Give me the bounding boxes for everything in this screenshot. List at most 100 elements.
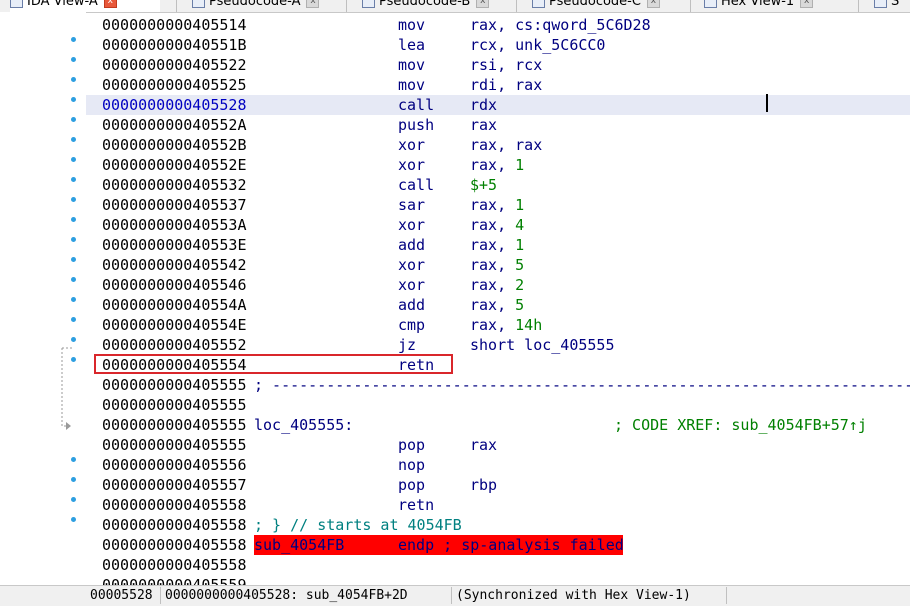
operands[interactable]: rcx, unk_5C6CC0 [470,35,605,55]
code-line[interactable]: 000000000040554A add rax, 5 [86,295,910,315]
code-line[interactable]: 0000000000405558 [86,555,910,575]
operands[interactable]: rax, 2 [470,275,524,295]
operands[interactable]: rax, 1 [470,155,524,175]
mnemonic[interactable]: xor [398,275,425,295]
code-line[interactable]: 0000000000405514 mov rax, cs:qword_5C6D28 [86,15,910,35]
line-dot-icon[interactable] [71,257,76,262]
operands[interactable]: rax, 4 [470,215,524,235]
mnemonic[interactable]: mov [398,75,425,95]
mnemonic[interactable]: call [398,175,434,195]
code-line[interactable]: 000000000040553A xor rax, 4 [86,215,910,235]
operands[interactable]: rdi, rax [470,75,542,95]
mnemonic[interactable]: add [398,235,425,255]
operands[interactable]: rbp [470,475,497,495]
close-icon[interactable]: x [103,0,117,8]
line-dot-icon[interactable] [71,197,76,202]
line-dot-icon[interactable] [71,497,76,502]
code-line[interactable]: 000000000040553E add rax, 1 [86,235,910,255]
mnemonic[interactable]: call [398,95,434,115]
operands[interactable]: short loc_405555 [470,335,615,355]
tab-pseudocode-a[interactable]: Pseudocode-A x [192,0,342,12]
mnemonic[interactable]: jz [398,335,416,355]
operands[interactable]: rdx [470,95,497,115]
code-line[interactable]: 000000000040554E cmp rax, 14h [86,315,910,335]
tab-pseudocode-b[interactable]: Pseudocode-B x [362,0,512,12]
operands[interactable]: rsi, rcx [470,55,542,75]
code-line[interactable]: 0000000000405557 pop rbp [86,475,910,495]
code-line[interactable]: 0000000000405558 retn [86,495,910,515]
xref-comment[interactable]: ; CODE XREF: sub_4054FB+57↑j [614,415,867,435]
mnemonic[interactable]: xor [398,255,425,275]
tab-structures[interactable]: S [874,0,910,12]
disassembly-view[interactable]: 0000000000405514 mov rax, cs:qword_5C6D28 … [86,12,910,585]
line-dot-icon[interactable] [71,317,76,322]
code-line-label[interactable]: 0000000000405555 loc_405555: ; CODE XREF: … [86,415,910,435]
line-dot-icon[interactable] [71,97,76,102]
code-line[interactable]: 0000000000405552 jz short loc_405555 [86,335,910,355]
code-line-endp[interactable]: 0000000000405558 sub_4054FB endp ; sp-anal… [86,535,910,555]
code-line[interactable]: 000000000040552B xor rax, rax [86,135,910,155]
tab-pseudocode-c[interactable]: Pseudocode-C x [532,0,692,12]
mnemonic[interactable]: push [398,115,434,135]
mnemonic[interactable]: pop [398,435,425,455]
line-dot-icon[interactable] [71,117,76,122]
code-line[interactable]: 0000000000405537 sar rax, 1 [86,195,910,215]
close-icon[interactable]: x [646,0,660,8]
operands[interactable]: rax, 5 [470,295,524,315]
operands[interactable]: rax, 1 [470,195,524,215]
mnemonic[interactable]: nop [398,455,425,475]
line-dot-icon[interactable] [71,57,76,62]
operands[interactable]: rax, 1 [470,235,524,255]
mnemonic[interactable]: lea [398,35,425,55]
line-dot-icon[interactable] [71,517,76,522]
code-line-comment[interactable]: 0000000000405558 ; } // starts at 4054FB [86,515,910,535]
operands[interactable]: rax, cs:qword_5C6D28 [470,15,651,35]
line-dot-icon[interactable] [71,217,76,222]
code-line[interactable]: 0000000000405559 [86,575,910,585]
line-dot-icon[interactable] [71,177,76,182]
mnemonic[interactable]: xor [398,155,425,175]
mnemonic[interactable]: mov [398,55,425,75]
mnemonic[interactable]: mov [398,15,425,35]
breakpoint-gutter[interactable] [0,12,86,585]
location-label[interactable]: loc_405555: [254,415,353,435]
close-icon[interactable]: x [476,0,490,8]
mnemonic[interactable]: cmp [398,315,425,335]
code-line[interactable]: 0000000000405555 pop rax [86,435,910,455]
function-name[interactable]: sub_4054FB [254,535,344,555]
line-dot-icon[interactable] [71,37,76,42]
line-dot-icon[interactable] [71,137,76,142]
code-line[interactable]: 0000000000405525 mov rdi, rax [86,75,910,95]
line-dot-icon[interactable] [71,297,76,302]
code-line-separator[interactable]: 0000000000405555 ; ----------------------… [86,375,910,395]
operands[interactable]: rax, 5 [470,255,524,275]
line-dot-icon[interactable] [71,77,76,82]
mnemonic[interactable]: xor [398,215,425,235]
code-line[interactable]: 0000000000405542 xor rax, 5 [86,255,910,275]
operands[interactable]: $+5 [470,175,497,195]
code-line[interactable]: 0000000000405555 [86,395,910,415]
code-line[interactable]: 000000000040552E xor rax, 1 [86,155,910,175]
close-icon[interactable]: x [306,0,320,8]
code-line[interactable]: 0000000000405532 call $+5 [86,175,910,195]
line-dot-icon[interactable] [71,277,76,282]
operands[interactable]: rax, rax [470,135,542,155]
tab-hex-view-1[interactable]: Hex View-1 x [704,0,854,12]
code-line[interactable]: 0000000000405522 mov rsi, rcx [86,55,910,75]
line-dot-icon[interactable] [71,457,76,462]
mnemonic[interactable]: sar [398,195,425,215]
code-line[interactable]: 000000000040552A push rax [86,115,910,135]
line-dot-icon[interactable] [71,157,76,162]
code-line[interactable]: 000000000040551B lea rcx, unk_5C6CC0 [86,35,910,55]
code-line-current[interactable]: 0000000000405528 call rdx [86,95,910,115]
mnemonic[interactable]: retn [398,495,434,515]
mnemonic[interactable]: pop [398,475,425,495]
line-dot-icon[interactable] [71,477,76,482]
operands[interactable]: rax, 14h [470,315,542,335]
mnemonic[interactable]: add [398,295,425,315]
mnemonic[interactable]: xor [398,135,425,155]
line-dot-icon[interactable] [71,237,76,242]
code-line[interactable]: 0000000000405556 nop [86,455,910,475]
close-icon[interactable]: x [800,0,814,8]
operands[interactable]: rax [470,115,497,135]
